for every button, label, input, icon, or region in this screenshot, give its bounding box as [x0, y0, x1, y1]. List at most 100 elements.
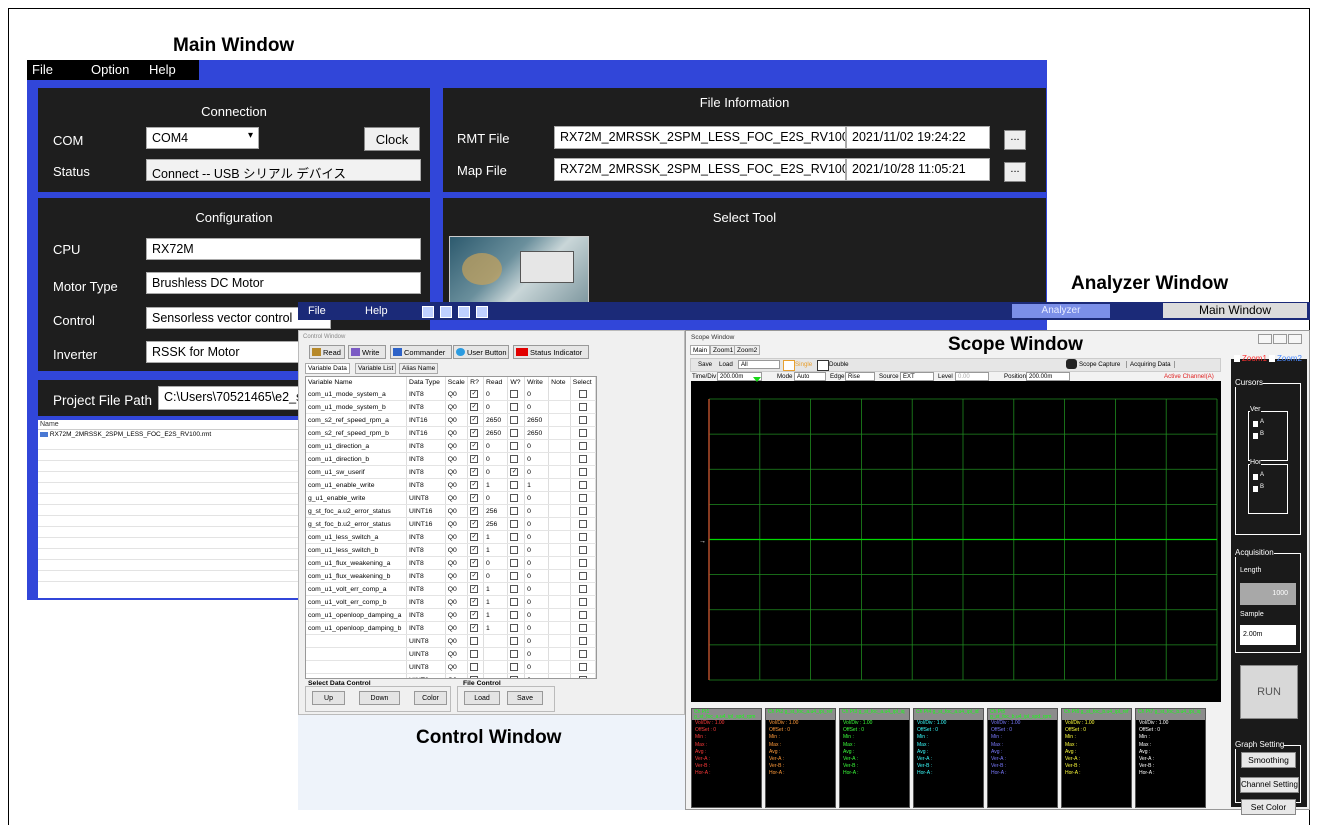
- read-checkbox[interactable]: [470, 637, 479, 645]
- cell-name[interactable]: com_u1_openloop_damping_b: [306, 621, 408, 635]
- read-checkbox-checked[interactable]: ✓: [470, 624, 479, 632]
- channel-info-box[interactable]: Ch Pt6 g_st_foc_b.u4_ipl_ref Vol/Div : 1.…: [1061, 708, 1132, 808]
- read-checkbox-checked[interactable]: ✓: [470, 481, 479, 489]
- cell-name[interactable]: com_u1_volt_err_comp_b: [306, 595, 408, 609]
- cell-write[interactable]: 0: [524, 517, 550, 531]
- table-row[interactable]: g_st_foc_b.u2_error_status UINT16 Q0 ✓ 256 0: [306, 517, 596, 531]
- read-checkbox-checked[interactable]: ✓: [470, 468, 479, 476]
- cell-write[interactable]: 0: [524, 543, 550, 557]
- cell-write[interactable]: 0: [524, 673, 550, 678]
- write-checkbox[interactable]: [510, 494, 519, 502]
- write-checkbox[interactable]: [510, 416, 519, 424]
- analyzer-menu-help[interactable]: Help: [365, 305, 388, 317]
- write-checkbox[interactable]: [510, 481, 519, 489]
- select-checkbox[interactable]: [578, 572, 587, 580]
- read-checkbox-checked[interactable]: ✓: [470, 546, 479, 554]
- channel-info-box[interactable]: Ch Pt5 g_st_foc_b.u4_ipl_spd_rpm Vol/Div …: [987, 708, 1058, 808]
- write-checkbox[interactable]: [510, 429, 519, 437]
- select-checkbox[interactable]: [578, 663, 587, 671]
- table-row[interactable]: UINT8Q0 0: [306, 634, 596, 648]
- select-checkbox[interactable]: [578, 520, 587, 528]
- cell-name[interactable]: [306, 660, 408, 674]
- status-indicator-button[interactable]: Status Indicator: [513, 345, 589, 359]
- cell-name[interactable]: g_st_foc_a.u2_error_status: [306, 504, 408, 518]
- column-header[interactable]: Data Type: [406, 377, 446, 388]
- map-browse-button[interactable]: ...: [1004, 162, 1026, 182]
- column-header[interactable]: R?: [467, 377, 484, 388]
- menu-option[interactable]: Option: [91, 62, 129, 77]
- write-checkbox[interactable]: [510, 533, 519, 541]
- channel-info-box[interactable]: Ch Pt3 g_st_foc_a.u4_ipl_iq Vol/Div : 1.0…: [839, 708, 910, 808]
- table-row[interactable]: g_u1_enable_write UINT8 Q0 ✓ 0 0: [306, 491, 596, 505]
- cell-write[interactable]: 2650: [524, 413, 550, 427]
- table-row[interactable]: com_u1_direction_a INT8 Q0 ✓ 0 0: [306, 439, 596, 453]
- read-checkbox-checked[interactable]: ✓: [470, 455, 479, 463]
- up-button[interactable]: Up: [312, 691, 345, 705]
- select-checkbox[interactable]: [578, 507, 587, 515]
- write-checkbox[interactable]: [510, 598, 519, 606]
- cell-name[interactable]: com_u1_volt_err_comp_a: [306, 582, 408, 596]
- camera-icon[interactable]: [1066, 359, 1077, 369]
- cell-name[interactable]: [306, 647, 408, 661]
- tab-zoom2[interactable]: Zoom2: [734, 345, 761, 355]
- save-button[interactable]: Save: [507, 691, 543, 705]
- run-button[interactable]: RUN: [1240, 665, 1298, 719]
- select-checkbox[interactable]: [578, 611, 587, 619]
- single-button[interactable]: Single: [795, 361, 812, 368]
- ver-a-checkbox[interactable]: [1253, 421, 1258, 427]
- zoom2-checkbox[interactable]: [1269, 355, 1275, 362]
- cell-name[interactable]: com_u1_less_switch_a: [306, 530, 408, 544]
- write-checkbox[interactable]: [510, 611, 519, 619]
- smoothing-button[interactable]: Smoothing: [1241, 752, 1296, 768]
- table-row[interactable]: com_u1_volt_err_comp_b INT8 Q0 ✓ 1 0: [306, 595, 596, 609]
- select-checkbox[interactable]: [578, 416, 587, 424]
- select-checkbox[interactable]: [578, 494, 587, 502]
- write-checkbox[interactable]: [510, 403, 519, 411]
- sample-field[interactable]: 2.00m: [1240, 625, 1296, 645]
- column-header[interactable]: Read: [483, 377, 509, 388]
- read-checkbox-checked[interactable]: ✓: [470, 507, 479, 515]
- cell-name[interactable]: com_u1_flux_weakening_a: [306, 556, 408, 570]
- table-row[interactable]: com_u1_mode_system_a INT8 Q0 ✓ 0 0: [306, 388, 596, 401]
- cell-name[interactable]: com_u1_less_switch_b: [306, 543, 408, 557]
- read-checkbox-checked[interactable]: ✓: [470, 494, 479, 502]
- cell-name[interactable]: com_u1_flux_weakening_b: [306, 569, 408, 583]
- write-checkbox[interactable]: [510, 390, 519, 398]
- hor-b-checkbox[interactable]: [1253, 486, 1258, 492]
- write-checkbox[interactable]: [510, 455, 519, 463]
- read-checkbox-checked[interactable]: ✓: [470, 611, 479, 619]
- column-header[interactable]: W?: [507, 377, 526, 388]
- channel-info-box[interactable]: Ch Pt4 g_st_foc_a.u4_ipl_id Vol/Div : 1.0…: [913, 708, 984, 808]
- ver-b-checkbox[interactable]: [1253, 433, 1258, 439]
- maximize-icon[interactable]: [1273, 334, 1287, 344]
- cell-write[interactable]: 0: [524, 595, 550, 609]
- table-row[interactable]: com_u1_flux_weakening_a INT8 Q0 ✓ 0 0: [306, 556, 596, 570]
- read-checkbox-checked[interactable]: ✓: [470, 598, 479, 606]
- set-color-button[interactable]: Set Color: [1241, 799, 1296, 815]
- table-row[interactable]: com_u1_sw_userif INT8 Q0 ✓ 0 ✓ 0: [306, 465, 596, 479]
- read-checkbox-checked[interactable]: ✓: [470, 533, 479, 541]
- cell-name[interactable]: com_s2_ref_speed_rpm_b: [306, 426, 408, 440]
- mode-select[interactable]: Auto: [794, 372, 826, 381]
- cell-name[interactable]: [306, 634, 408, 648]
- write-checkbox[interactable]: [510, 507, 519, 515]
- write-checkbox[interactable]: [510, 585, 519, 593]
- edge-select[interactable]: Rise: [845, 372, 875, 381]
- tab-alias-name[interactable]: Alias Name: [399, 363, 439, 374]
- cell-name[interactable]: com_u1_sw_userif: [306, 465, 408, 479]
- select-checkbox[interactable]: [578, 403, 587, 411]
- read-checkbox-checked[interactable]: ✓: [470, 585, 479, 593]
- channel-info-box[interactable]: Ch Pt7 g_st_foc_b.u4_ipl_iq Vol/Div : 1.0…: [1135, 708, 1206, 808]
- layout-list-icon[interactable]: [458, 306, 470, 318]
- cell-name[interactable]: g_u1_enable_write: [306, 491, 408, 505]
- write-checkbox[interactable]: [510, 637, 519, 645]
- table-row[interactable]: com_u1_less_switch_b INT8 Q0 ✓ 1 0: [306, 543, 596, 557]
- cell-write[interactable]: 0: [524, 634, 550, 648]
- read-checkbox[interactable]: [470, 650, 479, 658]
- table-row[interactable]: com_s2_ref_speed_rpm_b INT16 Q0 ✓ 2650 2650: [306, 426, 596, 440]
- rmt-browse-button[interactable]: ...: [1004, 130, 1026, 150]
- clock-button[interactable]: Clock: [364, 127, 420, 151]
- column-header[interactable]: Note: [548, 377, 571, 388]
- layout-split-icon[interactable]: [440, 306, 452, 318]
- analyzer-button[interactable]: Analyzer: [1012, 304, 1110, 318]
